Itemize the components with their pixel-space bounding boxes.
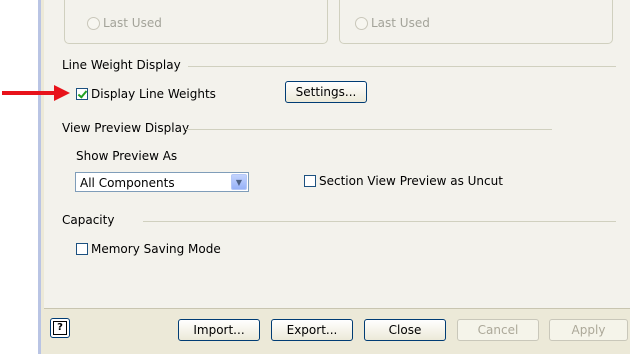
view-preview-heading: View Preview Display	[62, 121, 190, 135]
checkbox-label: Memory Saving Mode	[91, 242, 221, 256]
section-view-uncut-checkbox[interactable]: Section View Preview as Uncut	[304, 174, 503, 188]
capacity-heading: Capacity	[62, 213, 115, 227]
memory-saving-checkbox[interactable]: Memory Saving Mode	[76, 242, 221, 256]
checkbox-label: Display Line Weights	[91, 87, 216, 101]
group-divider	[188, 66, 616, 67]
close-button[interactable]: Close	[364, 319, 446, 341]
chevron-down-icon[interactable]: ▼	[231, 174, 247, 190]
import-button[interactable]: Import...	[178, 319, 260, 341]
dialog-border	[38, 0, 41, 354]
red-arrow-icon	[2, 85, 70, 101]
radio-button-icon	[355, 16, 368, 30]
show-preview-combo[interactable]: All Components ▼	[75, 172, 249, 192]
group-divider	[186, 129, 552, 130]
export-button[interactable]: Export...	[271, 319, 353, 341]
help-icon: ?	[53, 321, 67, 335]
display-line-weights-checkbox[interactable]: Display Line Weights	[76, 87, 216, 101]
help-button[interactable]: ?	[50, 318, 70, 338]
radio-label: Last Used	[103, 16, 162, 30]
show-preview-label: Show Preview As	[76, 149, 178, 163]
radio-button-icon	[87, 16, 100, 30]
last-used-radio-right[interactable]: Last Used	[355, 16, 430, 30]
checkbox-icon[interactable]	[76, 243, 88, 255]
checkbox-checked-icon[interactable]	[76, 88, 88, 100]
cancel-button[interactable]: Cancel	[457, 319, 539, 341]
apply-button[interactable]: Apply	[549, 319, 628, 341]
settings-button[interactable]: Settings...	[285, 81, 367, 103]
radio-label: Last Used	[371, 16, 430, 30]
line-weight-heading: Line Weight Display	[62, 58, 181, 72]
last-used-radio-left[interactable]: Last Used	[87, 16, 162, 30]
group-divider	[143, 221, 616, 222]
checkbox-icon[interactable]	[304, 175, 316, 187]
checkbox-label: Section View Preview as Uncut	[319, 174, 503, 188]
combo-value: All Components	[80, 176, 175, 190]
